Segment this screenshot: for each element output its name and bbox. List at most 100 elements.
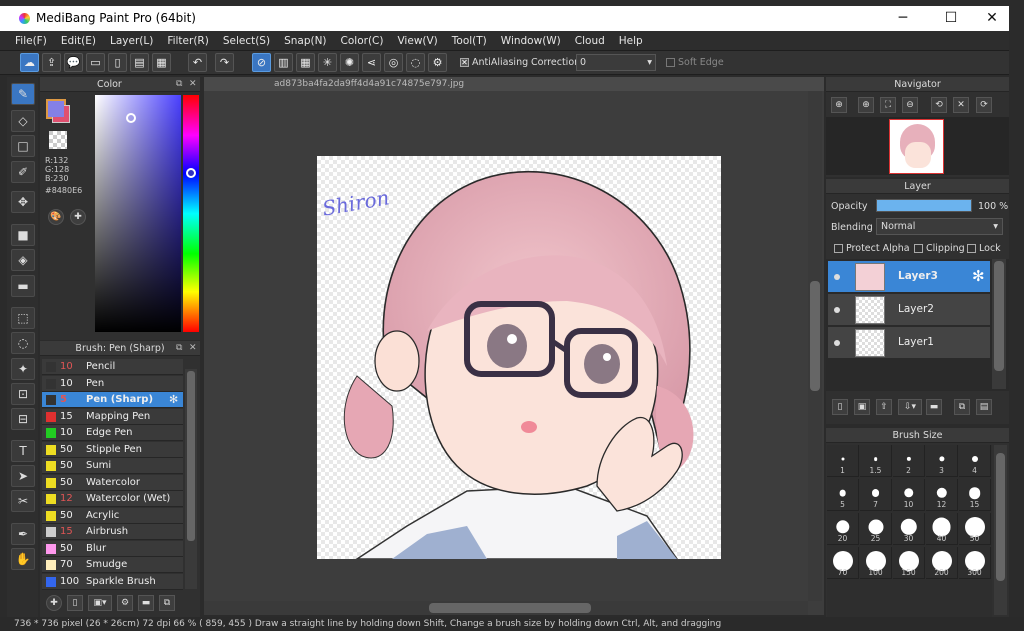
circle-snap-icon[interactable]: ◎ bbox=[384, 53, 403, 72]
share-icon[interactable]: ⇪ bbox=[42, 53, 61, 72]
brush-item[interactable]: 5 Pen (Sharp) ✻ bbox=[42, 392, 183, 408]
close-button[interactable]: ✕ bbox=[969, 6, 1015, 31]
zoom-in-icon[interactable]: ⊕ bbox=[831, 97, 847, 113]
brush-size-cell[interactable]: 10 bbox=[893, 479, 925, 511]
menu-edit[interactable]: Edit(E) bbox=[54, 35, 103, 47]
select-eraser-icon[interactable]: ⊟ bbox=[11, 408, 35, 430]
brush-cloud-icon[interactable]: ✚ bbox=[46, 595, 62, 611]
brush-size-cell[interactable]: 2 bbox=[893, 445, 925, 477]
antialiasing-checkbox[interactable]: ✕ bbox=[460, 58, 469, 67]
select-pen-icon[interactable]: ⊡ bbox=[11, 383, 35, 405]
close-panel-icon[interactable]: ✕ bbox=[189, 79, 197, 89]
scrollbar-thumb[interactable] bbox=[429, 603, 591, 613]
frame-icon[interactable]: ▦ bbox=[152, 53, 171, 72]
parallel-snap-icon[interactable]: ▥ bbox=[274, 53, 293, 72]
brush-item[interactable]: 100 Sparkle Brush bbox=[42, 573, 183, 590]
brush-size-cell[interactable]: 15 bbox=[959, 479, 991, 511]
text-tool-icon[interactable]: T bbox=[11, 440, 35, 462]
layer-item-2[interactable]: Layer2 bbox=[828, 294, 990, 326]
comment-icon[interactable]: 💬 bbox=[64, 53, 83, 72]
blending-select[interactable]: Normal ▾ bbox=[876, 218, 1003, 235]
brush-size-cell[interactable]: 1.5 bbox=[860, 445, 892, 477]
brush-list-scrollbar[interactable] bbox=[185, 369, 197, 589]
layer-up-icon[interactable]: ⇧ bbox=[876, 399, 892, 415]
duplicate-layer-icon[interactable]: ▣ bbox=[854, 399, 870, 415]
vanishing-snap-icon[interactable]: ⋖ bbox=[362, 53, 381, 72]
scrollbar-thumb[interactable] bbox=[994, 261, 1004, 371]
minimize-button[interactable]: ─ bbox=[880, 6, 926, 31]
scrollbar-thumb[interactable] bbox=[187, 371, 195, 541]
layer-folder-icon[interactable]: ▬ bbox=[926, 399, 942, 415]
palette-icon[interactable]: 🎨 bbox=[48, 209, 64, 225]
rotate-icon[interactable]: ⟲ bbox=[931, 97, 947, 113]
opacity-slider[interactable] bbox=[876, 199, 972, 212]
brush-item[interactable]: 50 Stipple Pen bbox=[42, 441, 183, 458]
page-icon[interactable]: ▯ bbox=[108, 53, 127, 72]
brush-settings-icon[interactable]: ⚙ bbox=[117, 595, 133, 611]
fit-screen-icon[interactable]: ⛶ bbox=[880, 97, 896, 113]
transparent-swatch[interactable] bbox=[49, 131, 67, 149]
menu-snap[interactable]: Snap(N) bbox=[277, 35, 333, 47]
brush-tool-icon[interactable]: ✎ bbox=[11, 83, 35, 105]
document-tab[interactable]: ad873ba4fa2da9ff4d4a91c74875e797.jpg bbox=[204, 77, 824, 91]
maximize-button[interactable]: ☐ bbox=[928, 6, 974, 31]
divide-tool-icon[interactable]: ✂ bbox=[11, 490, 35, 512]
eraser-tool-icon[interactable]: ◇ bbox=[11, 110, 35, 132]
canvas-horizontal-scrollbar[interactable] bbox=[204, 601, 808, 615]
clipping-checkbox[interactable] bbox=[914, 244, 923, 253]
brush-size-cell[interactable]: 150 bbox=[893, 547, 925, 579]
snap-off-icon[interactable]: ⊘ bbox=[252, 53, 271, 72]
visibility-icon[interactable] bbox=[834, 340, 840, 346]
brush-size-cell[interactable]: 200 bbox=[926, 547, 958, 579]
new-layer-icon[interactable]: ▯ bbox=[832, 399, 848, 415]
menu-file[interactable]: File(F) bbox=[8, 35, 54, 47]
add-brush-icon[interactable]: ▣▾ bbox=[88, 595, 112, 611]
zoom-in-alt-icon[interactable]: ⊕ bbox=[858, 97, 874, 113]
menu-window[interactable]: Window(W) bbox=[494, 35, 568, 47]
hue-slider[interactable] bbox=[183, 95, 199, 332]
close-panel-icon[interactable]: ✕ bbox=[189, 343, 197, 353]
menu-tool[interactable]: Tool(T) bbox=[445, 35, 494, 47]
grid-snap-icon[interactable]: ▦ bbox=[296, 53, 315, 72]
menu-help[interactable]: Help bbox=[612, 35, 650, 47]
brush-item[interactable]: 15 Mapping Pen bbox=[42, 408, 183, 425]
brush-item[interactable]: 12 Watercolor (Wet) bbox=[42, 491, 183, 507]
menu-select[interactable]: Select(S) bbox=[216, 35, 277, 47]
brush-size-cell[interactable]: 100 bbox=[860, 547, 892, 579]
brush-item[interactable]: 10 Pen bbox=[42, 375, 183, 392]
brush-size-cell[interactable]: 7 bbox=[860, 479, 892, 511]
brush-item[interactable]: 10 Pencil bbox=[42, 359, 183, 375]
current-color-swatch[interactable] bbox=[48, 101, 64, 117]
flip-icon[interactable]: ✕ bbox=[953, 97, 969, 113]
snap-settings-icon[interactable]: ⚙ bbox=[428, 53, 447, 72]
undo-icon[interactable]: ↶ bbox=[188, 53, 207, 72]
float-icon[interactable]: ⧉ bbox=[176, 79, 182, 89]
brush-size-cell[interactable]: 25 bbox=[860, 513, 892, 545]
lock-checkbox[interactable] bbox=[967, 244, 976, 253]
menu-filter[interactable]: Filter(R) bbox=[160, 35, 216, 47]
menu-layer[interactable]: Layer(L) bbox=[103, 35, 160, 47]
cross-snap-icon[interactable]: ✳ bbox=[318, 53, 337, 72]
brush-size-cell[interactable]: 300 bbox=[959, 547, 991, 579]
brush-size-cell[interactable]: 3 bbox=[926, 445, 958, 477]
move-tool-icon[interactable]: ✥ bbox=[11, 191, 35, 213]
saturation-value-picker[interactable] bbox=[95, 95, 181, 332]
protect-alpha-checkbox[interactable] bbox=[834, 244, 843, 253]
eyedropper-icon[interactable]: ✒ bbox=[11, 523, 35, 545]
brush-copy-icon[interactable]: ⧉ bbox=[159, 595, 175, 611]
magic-wand-icon[interactable]: ✦ bbox=[11, 358, 35, 380]
select-rect-icon[interactable]: ⬚ bbox=[11, 307, 35, 329]
correction-select[interactable]: 0 ▾ bbox=[576, 54, 656, 71]
visibility-icon[interactable] bbox=[834, 274, 840, 280]
layer-item-1[interactable]: Layer1 bbox=[828, 327, 990, 359]
layer-item-3[interactable]: Layer3 ✻ bbox=[828, 261, 990, 293]
hand-tool-icon[interactable]: ✋ bbox=[11, 548, 35, 570]
layer-copy-icon[interactable]: ⧉ bbox=[954, 399, 970, 415]
canvas-vertical-scrollbar[interactable] bbox=[808, 91, 822, 601]
brush-folder-icon[interactable]: ▬ bbox=[138, 595, 154, 611]
curve-snap-icon[interactable]: ◌ bbox=[406, 53, 425, 72]
cloud-icon[interactable]: ☁ bbox=[20, 53, 39, 72]
brush-size-cell[interactable]: 40 bbox=[926, 513, 958, 545]
brush-item[interactable]: 50 Blur bbox=[42, 540, 183, 557]
redo-icon[interactable]: ↷ bbox=[215, 53, 234, 72]
